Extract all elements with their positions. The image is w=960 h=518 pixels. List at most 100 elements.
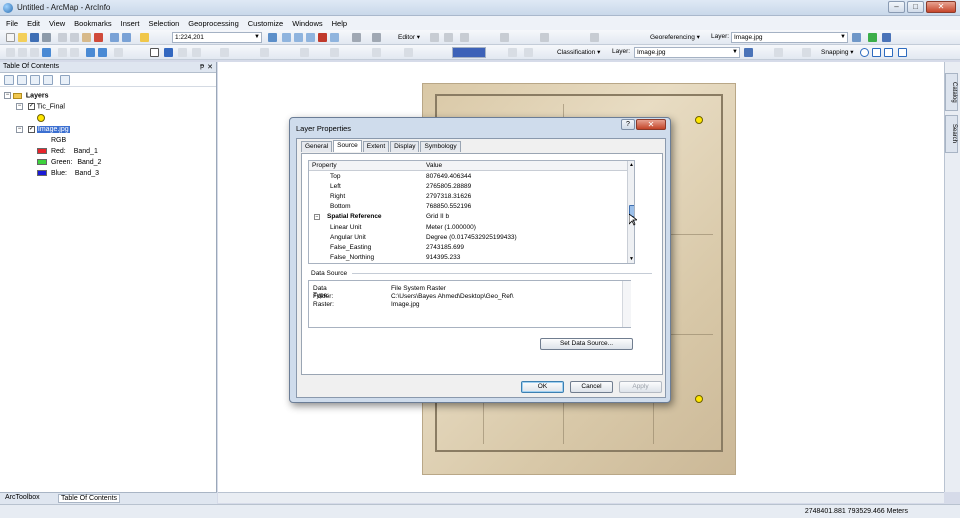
menu-bookmarks[interactable]: Bookmarks [74,19,112,28]
rotate-icon[interactable] [852,33,861,42]
collapse-icon[interactable]: − [16,126,23,133]
menu-windows[interactable]: Windows [292,19,322,28]
add-control-points-icon[interactable] [868,33,877,42]
property-group-spatial-reference[interactable]: − Spatial Reference Grid II b [309,212,627,222]
arctoolbox-icon[interactable] [318,33,327,42]
pan-icon[interactable] [30,48,39,57]
georef-layer-select[interactable]: Image.jpg ▼ [731,32,848,43]
list-by-selection-icon[interactable] [43,75,53,85]
collapse-icon[interactable]: − [314,214,320,220]
close-button[interactable]: ✕ [926,1,956,13]
edge-snapping-icon[interactable] [898,48,907,57]
scroll-up-icon[interactable]: ▲ [629,162,634,168]
time-slider-icon[interactable] [260,48,269,57]
minimize-button[interactable]: – [888,1,905,13]
whats-this-icon[interactable] [372,33,381,42]
ok-button[interactable]: OK [521,381,564,393]
collapse-icon[interactable]: − [16,103,23,110]
classification-menu[interactable]: Classification ▾ [557,48,600,56]
data-source-scrollbar[interactable] [622,281,631,327]
tree-row-image[interactable]: − ✓ Image.jpg [16,126,70,134]
search-window-icon[interactable] [306,33,315,42]
property-row[interactable]: Bottom 768850.552196 [309,202,627,212]
snapping-menu[interactable]: Snapping ▾ [821,48,854,56]
tic-point[interactable] [695,395,703,403]
editor-menu[interactable]: Editor ▾ [398,33,420,41]
cancel-button[interactable]: Cancel [570,381,613,393]
tree-row-layers[interactable]: − Layers [4,92,48,99]
editor-toolbar-icon[interactable] [268,33,277,42]
catalog-icon[interactable] [294,33,303,42]
layout-tool-icon[interactable] [300,48,309,57]
sketch-properties-icon[interactable] [590,33,599,42]
select-elements-icon[interactable] [150,48,159,57]
straight-segment-icon[interactable] [460,33,469,42]
open-folder-icon[interactable] [18,33,27,42]
menu-help[interactable]: Help [332,19,347,28]
measure-icon[interactable] [192,48,201,57]
menu-geoprocessing[interactable]: Geoprocessing [188,19,238,28]
tab-general[interactable]: General [301,141,333,152]
color-picker[interactable] [452,47,486,58]
tab-extent[interactable]: Extent [362,141,390,152]
attributes-icon[interactable] [540,33,549,42]
classification-layer-select[interactable]: Image.jpg ▼ [634,47,740,58]
scale-combo[interactable]: 1:224,201 ▼ [172,32,262,43]
scroll-down-icon[interactable]: ▼ [629,256,634,262]
find-icon[interactable] [178,48,187,57]
layer-visibility-checkbox[interactable]: ✓ [27,126,35,133]
redo-icon[interactable] [122,33,131,42]
tab-source[interactable]: Source [333,140,362,152]
python-window-icon[interactable] [330,33,339,42]
tic-point[interactable] [695,116,703,124]
snap-tool-icon[interactable] [404,48,413,57]
zoom-out-icon[interactable] [18,48,27,57]
property-row[interactable]: Top 807649.406344 [309,172,627,182]
end-snapping-icon[interactable] [872,48,881,57]
tic-symbol[interactable] [37,114,45,124]
tab-symbology[interactable]: Symbology [420,141,461,152]
menu-customize[interactable]: Customize [248,19,283,28]
topology-icon[interactable] [524,48,533,57]
property-row[interactable]: Right 2797318.31626 [309,192,627,202]
split-tool-icon[interactable] [500,33,509,42]
collapse-icon[interactable]: − [4,92,11,99]
save-icon[interactable] [30,33,39,42]
sketch-tool-icon[interactable] [444,33,453,42]
zoom-in-icon[interactable] [6,48,15,57]
delete-icon[interactable] [94,33,103,42]
html-popup-icon[interactable] [220,48,229,57]
property-row[interactable]: False_Northing 914395.233 [309,253,627,263]
property-row[interactable]: Left 2765805.28889 [309,182,627,192]
map-horizontal-scrollbar[interactable] [218,492,944,503]
close-icon[interactable]: ✕ [207,63,213,71]
menu-file[interactable]: File [6,19,18,28]
georeferencing-menu[interactable]: Georeferencing ▾ [650,33,700,41]
menu-insert[interactable]: Insert [121,19,140,28]
property-row[interactable]: False_Easting 2743185.699 [309,243,627,253]
undo-icon[interactable] [110,33,119,42]
select-features-icon[interactable] [114,48,123,57]
new-document-icon[interactable] [6,33,15,42]
property-row[interactable]: Angular Unit Degree (0.0174532925199433) [309,233,627,243]
catalog-side-tab[interactable]: Catalog [945,73,958,111]
spatial-adjust-icon[interactable] [508,48,517,57]
property-row[interactable]: Linear Unit Meter (1.000000) [309,223,627,233]
edit-tool-icon[interactable] [430,33,439,42]
list-by-drawing-order-icon[interactable] [4,75,14,85]
forward-extent-icon[interactable] [98,48,107,57]
options-icon[interactable] [60,75,70,85]
copy-icon[interactable] [70,33,79,42]
scatterplot-icon[interactable] [802,48,811,57]
add-data-icon[interactable] [140,33,149,42]
apply-button[interactable]: Apply [619,381,662,393]
table-of-contents-icon[interactable] [282,33,291,42]
histogram-icon[interactable] [774,48,783,57]
list-by-visibility-icon[interactable] [30,75,40,85]
help-button[interactable]: ? [621,119,635,130]
fixed-zoom-out-icon[interactable] [70,48,79,57]
list-by-source-icon[interactable] [17,75,27,85]
menu-edit[interactable]: Edit [27,19,40,28]
grid-scrollbar[interactable]: ▲ ▼ [627,161,634,263]
vertex-snapping-icon[interactable] [884,48,893,57]
